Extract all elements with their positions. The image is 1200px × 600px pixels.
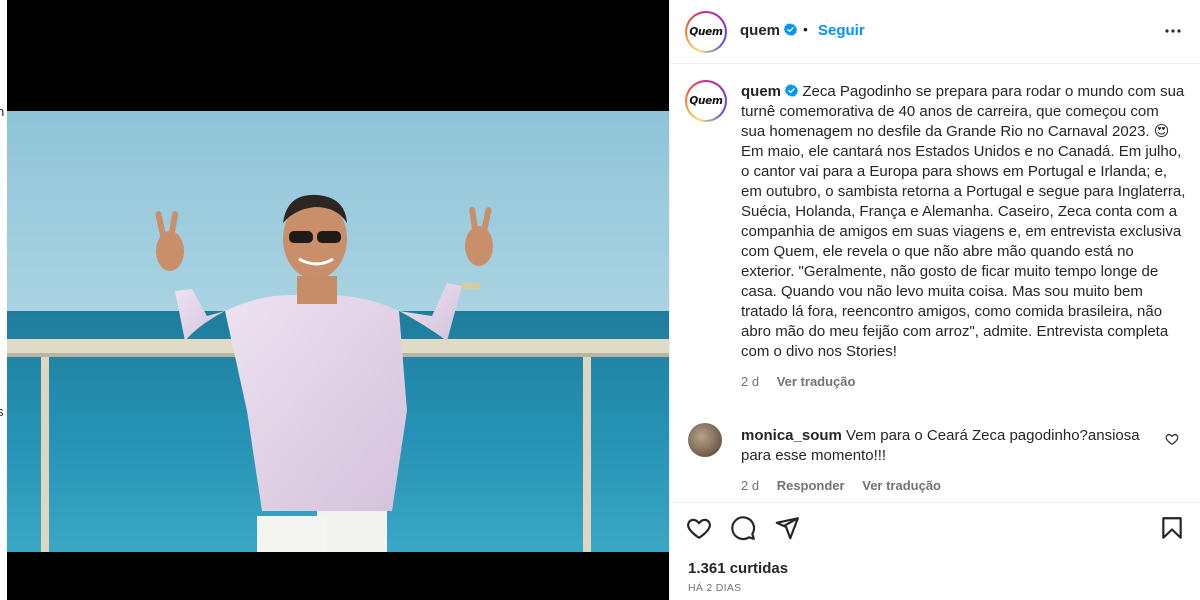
- verified-badge-icon: [784, 23, 798, 36]
- header-username[interactable]: quem: [740, 22, 798, 39]
- likes-count[interactable]: 1.361 curtidas: [688, 560, 788, 577]
- comment-username[interactable]: monica_soum: [741, 427, 842, 444]
- dot-separator: •: [803, 21, 808, 37]
- action-bar: 1.361 curtidas HÁ 2 DIAS: [670, 502, 1200, 600]
- caption-body: Zeca Pagodinho se prepara para rodar o m…: [741, 83, 1186, 360]
- caption-translate-link[interactable]: Ver tradução: [777, 374, 856, 389]
- edge-text-fragment: n: [0, 104, 5, 119]
- more-options-icon[interactable]: [1161, 19, 1185, 43]
- quem-logo: Quem: [689, 26, 723, 38]
- comment-meta: 2 d Responder Ver tradução: [741, 476, 1161, 496]
- comment-item: monica_soum Vem para o Ceará Zeca pagodi…: [741, 426, 1161, 496]
- comments-section[interactable]: Quem quem Zeca Pagodinho se prepara para…: [670, 65, 1200, 502]
- caption-age: 2 d: [741, 374, 760, 389]
- comment-translate-link[interactable]: Ver tradução: [862, 478, 941, 493]
- post-photo[interactable]: [7, 111, 669, 552]
- verified-badge-icon: [785, 84, 799, 97]
- share-icon[interactable]: [774, 515, 800, 541]
- post-panel: Quem quem • Seguir Quem quem Zeca Pagodi…: [669, 0, 1200, 600]
- bookmark-icon[interactable]: [1159, 515, 1185, 541]
- background-page-edge: n s: [0, 0, 7, 600]
- caption-avatar[interactable]: Quem: [685, 80, 727, 122]
- caption-meta: 2 d Ver tradução: [741, 372, 1186, 392]
- caption-username[interactable]: quem: [741, 83, 781, 100]
- media-column: n s: [0, 0, 669, 600]
- post-timestamp[interactable]: HÁ 2 DIAS: [688, 582, 741, 594]
- post-header: Quem quem • Seguir: [670, 0, 1200, 64]
- commenter-avatar[interactable]: [688, 423, 722, 457]
- comment-age: 2 d: [741, 478, 760, 493]
- comment-icon[interactable]: [730, 515, 756, 541]
- post-caption: quem Zeca Pagodinho se prepara para roda…: [741, 82, 1186, 392]
- edge-text-fragment: s: [0, 404, 4, 419]
- account-avatar[interactable]: Quem: [685, 11, 727, 53]
- comment-like-heart-icon[interactable]: [1165, 432, 1179, 446]
- comment-reply-link[interactable]: Responder: [777, 478, 845, 493]
- heart-icon[interactable]: [686, 515, 712, 541]
- quem-logo: Quem: [689, 95, 723, 107]
- username-text[interactable]: quem: [740, 22, 780, 39]
- follow-button[interactable]: Seguir: [818, 22, 865, 39]
